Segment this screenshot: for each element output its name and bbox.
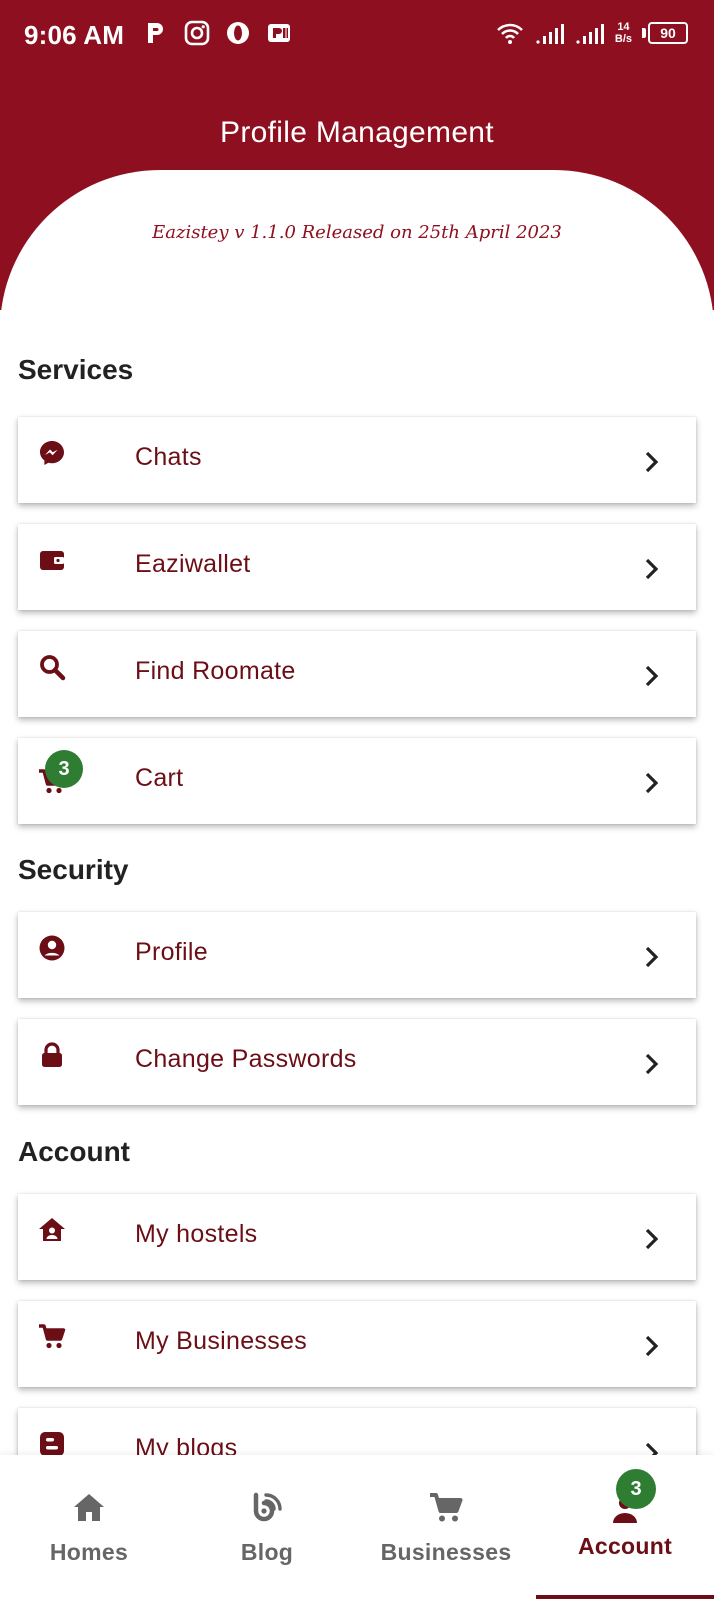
chevron-right-icon bbox=[645, 665, 659, 687]
p-icon bbox=[148, 23, 163, 43]
nav-item-homes[interactable]: Homes bbox=[0, 1455, 178, 1599]
nav-label-blog: Blog bbox=[240, 1539, 294, 1565]
p-icon-2 bbox=[268, 24, 290, 42]
status-bar: 9:06 AM 14 B/s 90 bbox=[0, 0, 714, 74]
menu-item-profile[interactable]: Profile bbox=[18, 912, 696, 998]
menu-item-label: Find Roomate bbox=[135, 657, 296, 685]
battery-level: 90 bbox=[648, 22, 688, 44]
home-icon bbox=[74, 1494, 104, 1521]
cart-icon bbox=[39, 1324, 66, 1349]
release-note: Eazistey v 1.1.0 Released on 25th April … bbox=[152, 222, 562, 243]
menu-item-label: Chats bbox=[135, 443, 202, 471]
menu-item-label: Eaziwallet bbox=[135, 550, 251, 578]
wifi-icon bbox=[496, 23, 523, 44]
menu-item-my-businesses[interactable]: My Businesses bbox=[18, 1301, 696, 1387]
cart-icon bbox=[430, 1493, 463, 1522]
nav-item-blog[interactable]: Blog bbox=[178, 1455, 356, 1599]
section-title-services: Services bbox=[18, 354, 134, 385]
header-curve bbox=[0, 170, 714, 330]
cart-count-badge: 3 bbox=[45, 750, 83, 788]
status-time: 9:06 AM bbox=[24, 20, 125, 50]
section-title-account: Account bbox=[18, 1136, 130, 1167]
page-title: Profile Management bbox=[220, 116, 494, 149]
signal-icon-2 bbox=[576, 24, 604, 44]
menu-item-label: My Businesses bbox=[135, 1327, 308, 1355]
battery-indicator: 90 bbox=[642, 22, 688, 44]
menu-item-my-hostels[interactable]: My hostels bbox=[18, 1194, 696, 1280]
nav-label-businesses: Businesses bbox=[380, 1539, 512, 1565]
chevron-right-icon bbox=[645, 451, 659, 473]
user-circle-icon bbox=[39, 935, 65, 961]
net-speed-indicator: 14 B/s bbox=[615, 21, 632, 45]
messenger-icon bbox=[40, 441, 64, 465]
house-user-icon bbox=[39, 1218, 65, 1241]
menu-item-label: Profile bbox=[135, 938, 208, 966]
section-title-security: Security bbox=[18, 854, 129, 885]
signal-icon bbox=[536, 24, 564, 44]
blogger-icon bbox=[40, 1432, 64, 1456]
opera-icon bbox=[227, 22, 249, 44]
menu-item-eaziwallet[interactable]: Eaziwallet bbox=[18, 524, 696, 610]
menu-item-cart[interactable]: 3 Cart bbox=[18, 738, 696, 824]
nav-label-homes: Homes bbox=[49, 1539, 129, 1565]
wallet-icon bbox=[40, 551, 64, 570]
menu-item-find-roomate[interactable]: Find Roomate bbox=[18, 631, 696, 717]
battery-tip bbox=[642, 28, 646, 38]
nav-item-account[interactable]: 3 Account bbox=[536, 1455, 714, 1599]
status-system-icons: 14 B/s 90 bbox=[495, 20, 688, 46]
status-notification-icons bbox=[143, 20, 292, 46]
chevron-right-icon bbox=[645, 772, 659, 794]
search-icon bbox=[40, 655, 66, 681]
chevron-right-icon bbox=[645, 1053, 659, 1075]
blog-icon bbox=[253, 1492, 282, 1522]
menu-item-label: Cart bbox=[135, 764, 184, 792]
active-tab-indicator bbox=[536, 1595, 714, 1599]
menu-item-change-passwords[interactable]: Change Passwords bbox=[18, 1019, 696, 1105]
chevron-right-icon bbox=[645, 1335, 659, 1357]
menu-item-chats[interactable]: Chats bbox=[18, 417, 696, 503]
nav-item-businesses[interactable]: Businesses bbox=[357, 1455, 535, 1599]
bottom-navigation: Homes Blog Businesses 3 Account bbox=[0, 1455, 714, 1599]
account-badge: 3 bbox=[616, 1469, 656, 1509]
menu-item-label: My hostels bbox=[135, 1220, 258, 1248]
chevron-right-icon bbox=[645, 558, 659, 580]
net-speed-unit: B/s bbox=[614, 33, 632, 45]
chevron-right-icon bbox=[645, 1228, 659, 1250]
lock-icon bbox=[42, 1042, 62, 1067]
nav-label-account: Account bbox=[577, 1533, 673, 1559]
chevron-right-icon bbox=[645, 946, 659, 968]
net-speed-value: 14 bbox=[617, 21, 630, 33]
instagram-icon bbox=[184, 20, 210, 46]
menu-item-label: Change Passwords bbox=[135, 1045, 357, 1073]
